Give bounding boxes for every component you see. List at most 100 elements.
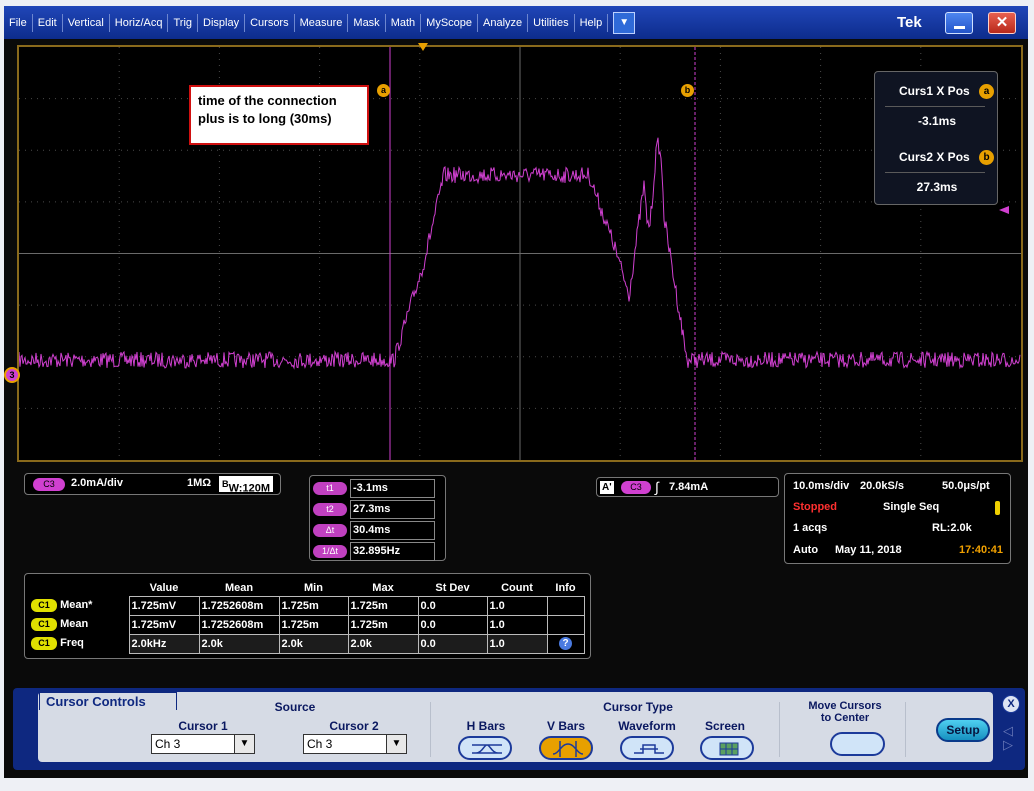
waveform-icon <box>634 744 664 754</box>
divider <box>885 106 985 107</box>
waveform-display[interactable]: time of the connection plus is to long (… <box>17 45 1023 462</box>
cursor1-source-select[interactable]: Ch 3 ▼ <box>151 734 255 754</box>
cursor-controls-tab[interactable]: Cursor Controls <box>39 692 177 710</box>
hbars-button[interactable] <box>458 736 512 760</box>
cell-min: 1.725m <box>278 595 349 616</box>
cursor-row-label: 1/Δt <box>313 544 347 558</box>
vbars-label: V Bars <box>546 719 586 733</box>
menu-edit[interactable]: Edit <box>33 13 63 32</box>
cursor-b-marker[interactable]: b <box>681 84 694 97</box>
cell-mean: 1.7252608m <box>198 614 280 635</box>
acq-count: 1 acqs <box>793 522 828 534</box>
annotation-note[interactable]: time of the connection plus is to long (… <box>189 85 369 145</box>
measurement-table[interactable]: Value Mean Min Max St Dev Count Info C1 … <box>24 573 591 659</box>
cell-count: 1.0 <box>486 633 548 654</box>
close-panel-button[interactable]: X <box>1002 695 1020 713</box>
chevron-down-icon: ▼ <box>619 16 630 28</box>
menu-trig[interactable]: Trig <box>168 13 199 32</box>
divider <box>430 702 431 757</box>
cell-count: 1.0 <box>486 614 548 635</box>
cell-stdev: 0.0 <box>417 614 488 635</box>
trigger-mode-auto: Auto <box>793 544 819 556</box>
move-cursors-label: Move Cursors to Center <box>790 700 900 724</box>
menu-help[interactable]: Help <box>575 13 609 32</box>
channel-scale: 2.0mA/div <box>71 477 123 489</box>
menu-cursors[interactable]: Cursors <box>245 13 295 32</box>
vbars-button[interactable] <box>539 736 593 760</box>
horizontal-acq-info[interactable]: 10.0ms/div 20.0kS/s 50.0μs/pt Stopped Si… <box>784 473 1011 564</box>
close-window-button[interactable]: ✕ <box>988 12 1016 34</box>
record-length: RL:2.0k <box>932 522 972 534</box>
annotation-line-2: plus is to long (30ms) <box>198 111 332 126</box>
cell-info <box>546 614 585 635</box>
oscilloscope-app: File Edit Vertical Horiz/Acq Trig Displa… <box>4 6 1028 778</box>
cursor1-source-value: Ch 3 <box>155 737 181 751</box>
cell-stdev: 0.0 <box>417 633 488 654</box>
waveform-button[interactable] <box>620 736 674 760</box>
menu-dropdown-button[interactable]: ▼ <box>613 11 636 34</box>
channel-impedance: 1MΩ <box>187 477 212 489</box>
cell-value: 2.0kHz <box>128 633 200 654</box>
move-cursors-to-center-button[interactable] <box>830 732 885 756</box>
waveform-label: Waveform <box>618 719 676 733</box>
table-row[interactable]: C1 Mean* 1.725mV 1.7252608m 1.725m 1.725… <box>31 595 585 616</box>
menu-analyze[interactable]: Analyze <box>478 13 529 32</box>
cell-value: 1.725mV <box>128 614 200 635</box>
trigger-level-marker[interactable] <box>999 206 1009 214</box>
curs2-label: Curs2 X Pos <box>899 150 970 164</box>
cell-stdev: 0.0 <box>417 595 488 616</box>
row-channel: C1 <box>31 637 57 650</box>
cursor-row: t2 27.3ms <box>313 499 442 519</box>
row-name: Freq <box>60 637 84 649</box>
move-label-line-1: Move Cursors <box>808 700 882 712</box>
cursor-row-label: Δt <box>313 523 347 537</box>
info-icon[interactable]: ? <box>559 637 572 650</box>
bw-value: W:120M <box>228 482 270 495</box>
col-mean: Mean <box>224 581 254 594</box>
table-header: Value Mean Min Max St Dev Count Info <box>31 580 584 596</box>
menu-display[interactable]: Display <box>198 13 246 32</box>
menu-myscope[interactable]: MyScope <box>421 13 479 32</box>
menu-utilities[interactable]: Utilities <box>528 13 575 32</box>
col-info: Info <box>555 581 576 594</box>
rising-edge-icon: ∫ <box>655 479 659 495</box>
col-max: Max <box>372 581 394 594</box>
cursor-row-value: 30.4ms <box>350 520 435 540</box>
menu-horiz-acq[interactable]: Horiz/Acq <box>110 13 169 32</box>
setup-button[interactable]: Setup <box>936 718 990 742</box>
col-count: Count <box>501 581 533 594</box>
channel-3-ground-marker[interactable]: 3 <box>4 367 20 383</box>
menu-math[interactable]: Math <box>386 13 422 32</box>
vbars-icon <box>553 741 583 757</box>
screen-button[interactable] <box>700 736 754 760</box>
cursor-controls-body: Source Cursor 1 Ch 3 ▼ Cursor 2 Ch 3 ▼ Cur… <box>38 692 993 762</box>
thermometer-icon <box>995 501 1000 515</box>
divider <box>885 172 985 173</box>
menu-mask[interactable]: Mask <box>348 13 386 32</box>
cursor-a-marker[interactable]: a <box>377 84 390 97</box>
trigger-info[interactable]: A' C3 ∫ 7.84mA <box>596 477 779 497</box>
row-channel: C1 <box>31 599 57 612</box>
minimize-button[interactable] <box>945 12 973 34</box>
cursor-values-box[interactable]: t1 -3.1ms t2 27.3ms Δt 30.4ms 1/Δt 32.895Hz <box>309 475 446 561</box>
cell-mean: 2.0k <box>198 633 280 654</box>
menu-measure[interactable]: Measure <box>295 13 349 32</box>
col-min: Min <box>304 581 323 594</box>
channel-3-info[interactable]: C3 2.0mA/div 1MΩ BW:120M <box>24 473 281 495</box>
table-row[interactable]: C1 Mean 1.725mV 1.7252608m 1.725m 1.725m… <box>31 614 585 635</box>
trigger-position-marker[interactable] <box>418 43 428 51</box>
timebase: 10.0ms/div <box>793 480 850 492</box>
panel-arrows-icon[interactable]: ◁ ▷ <box>1003 724 1013 752</box>
bandwidth-limit: BW:120M <box>219 476 273 495</box>
cursor-controls-panel: Source Cursor 1 Ch 3 ▼ Cursor 2 Ch 3 ▼ Cur… <box>13 688 1025 770</box>
curs2-value: 27.3ms <box>916 180 958 194</box>
menu-file[interactable]: File <box>4 13 33 32</box>
table-row[interactable]: C1 Freq 2.0kHz 2.0k 2.0k 2.0k 0.0 1.0 ? <box>31 633 585 654</box>
row-name: Mean* <box>60 599 93 611</box>
cell-mean: 1.7252608m <box>198 595 280 616</box>
menu-vertical[interactable]: Vertical <box>63 13 110 32</box>
curs2-badge: b <box>979 150 994 165</box>
cursor2-source-select[interactable]: Ch 3 ▼ <box>303 734 407 754</box>
cursor-row-label: t2 <box>313 502 347 516</box>
divider <box>905 702 906 757</box>
